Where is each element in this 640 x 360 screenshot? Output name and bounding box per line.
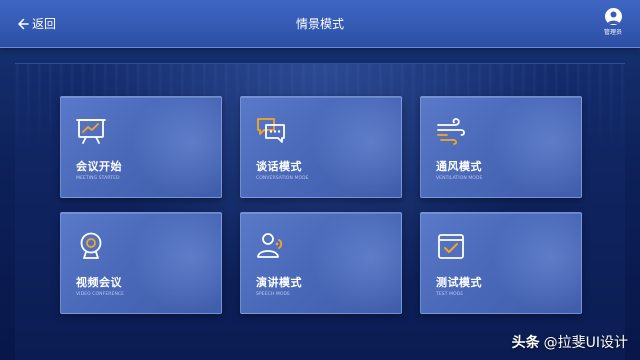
speaker-person-icon <box>255 230 287 262</box>
chat-bubbles-icon <box>255 114 287 146</box>
presentation-board-icon <box>75 114 107 146</box>
mode-card-conversation[interactable]: 谈话模式 CONVERSATION MODE <box>240 96 402 198</box>
mode-card-title: 通风模式 <box>436 160 482 173</box>
mode-card-ventilation[interactable]: 通风模式 VENTILATION MODE <box>420 96 582 198</box>
top-bar: 返回 情景模式 管理员 <box>0 0 640 48</box>
wind-icon <box>435 114 467 146</box>
mode-card-subtitle: MEETING STARTED <box>76 176 120 181</box>
mode-card-meeting-started[interactable]: 会议开始 MEETING STARTED <box>60 96 222 198</box>
scene-mode-screen: 返回 情景模式 管理员 会议开始 MEETING STARTED 谈话模式 CO… <box>0 0 640 360</box>
mode-card-subtitle: CONVERSATION MODE <box>256 176 309 181</box>
mode-card-title: 视频会议 <box>76 276 122 289</box>
mode-card-video-conference[interactable]: 视频会议 VIDEO CONFERENCE <box>60 212 222 314</box>
user-role-label: 管理员 <box>603 29 622 36</box>
watermark-handle: @拉斐UI设计 <box>543 335 628 351</box>
mode-card-speech[interactable]: 演讲模式 SPEECH MODE <box>240 212 402 314</box>
mode-card-title: 谈话模式 <box>256 160 302 173</box>
user-icon <box>607 11 619 24</box>
webcam-icon <box>75 230 107 262</box>
user-menu[interactable]: 管理员 <box>598 8 628 38</box>
page-title: 情景模式 <box>295 17 344 31</box>
mode-card-subtitle: TEST MODE <box>436 292 464 297</box>
checklist-window-icon <box>435 230 467 262</box>
watermark-brand: 头条 <box>511 335 540 351</box>
mode-card-title: 会议开始 <box>76 160 122 173</box>
mode-card-subtitle: SPEECH MODE <box>256 292 291 297</box>
mode-card-test[interactable]: 测试模式 TEST MODE <box>420 212 582 314</box>
watermark: 头条 @拉斐UI设计 <box>512 334 628 352</box>
mode-card-subtitle: VIDEO CONFERENCE <box>76 292 125 297</box>
mode-card-title: 演讲模式 <box>256 276 302 289</box>
mode-card-title: 测试模式 <box>436 276 482 289</box>
avatar <box>604 8 622 25</box>
mode-card-subtitle: VENTILATION MODE <box>436 176 483 181</box>
